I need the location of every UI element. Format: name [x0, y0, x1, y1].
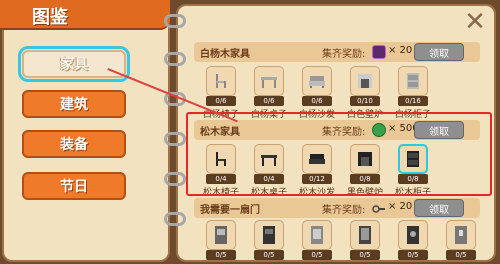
section-title: 我需要一扇门 — [200, 205, 260, 216]
section-header: 白杨木家具 集齐奖励: × 20 领取 — [194, 42, 480, 62]
purple-box-icon — [372, 45, 386, 59]
reward-count: × 20 — [388, 45, 413, 56]
title-banner: 图鉴 — [0, 0, 170, 30]
fireplace-icon — [350, 66, 380, 96]
close-icon: ✕ — [464, 7, 486, 37]
chair-icon — [206, 66, 236, 96]
page-title: 图鉴 — [32, 7, 68, 28]
tab-furniture[interactable]: 家具 — [18, 46, 130, 82]
ring-icon — [164, 132, 186, 146]
section-header: 我需要一扇门 集齐奖励: × 20 领取 — [194, 198, 480, 218]
item-count: 0/10 — [350, 96, 380, 106]
close-button[interactable]: ✕ — [460, 7, 490, 37]
tab-equipment[interactable]: 装备 — [22, 130, 126, 158]
reward-count: × 20 — [388, 201, 413, 212]
item-count: 0/6 — [206, 96, 236, 106]
item-count: 0/5 — [446, 250, 476, 260]
claim-button[interactable]: 领取 — [414, 43, 464, 61]
item-count: 0/6 — [302, 96, 332, 106]
cabinet-icon — [398, 66, 428, 96]
ring-icon — [164, 172, 186, 186]
ring-icon — [164, 14, 186, 28]
tab-building[interactable]: 建筑 — [22, 90, 126, 118]
item-count: 0/5 — [350, 250, 380, 260]
item-count: 0/5 — [398, 250, 428, 260]
ring-icon — [164, 52, 186, 66]
door-icon — [398, 220, 428, 250]
highlight-box — [186, 112, 492, 196]
item-count: 0/5 — [302, 250, 332, 260]
sofa-icon — [302, 66, 332, 96]
reward-label: 集齐奖励: — [322, 49, 366, 60]
item-count: 0/16 — [398, 96, 428, 106]
reward-label: 集齐奖励: — [322, 205, 366, 216]
tab-festival[interactable]: 节日 — [22, 172, 126, 200]
door-icon — [206, 220, 236, 250]
game-window: 图鉴 家具 建筑 装备 节日 ✕ 白杨木家具 集齐奖励: × 20 领取 0/6… — [0, 0, 500, 264]
section-title: 白杨木家具 — [200, 49, 250, 60]
ring-icon — [164, 212, 186, 226]
door-icon — [446, 220, 476, 250]
door-icon — [254, 220, 284, 250]
item-count: 0/6 — [254, 96, 284, 106]
item-count: 0/5 — [254, 250, 284, 260]
door-icon — [350, 220, 380, 250]
item-count: 0/5 — [206, 250, 236, 260]
key-icon — [372, 201, 386, 215]
claim-button[interactable]: 领取 — [414, 199, 464, 217]
table-icon — [254, 66, 284, 96]
door-icon — [302, 220, 332, 250]
